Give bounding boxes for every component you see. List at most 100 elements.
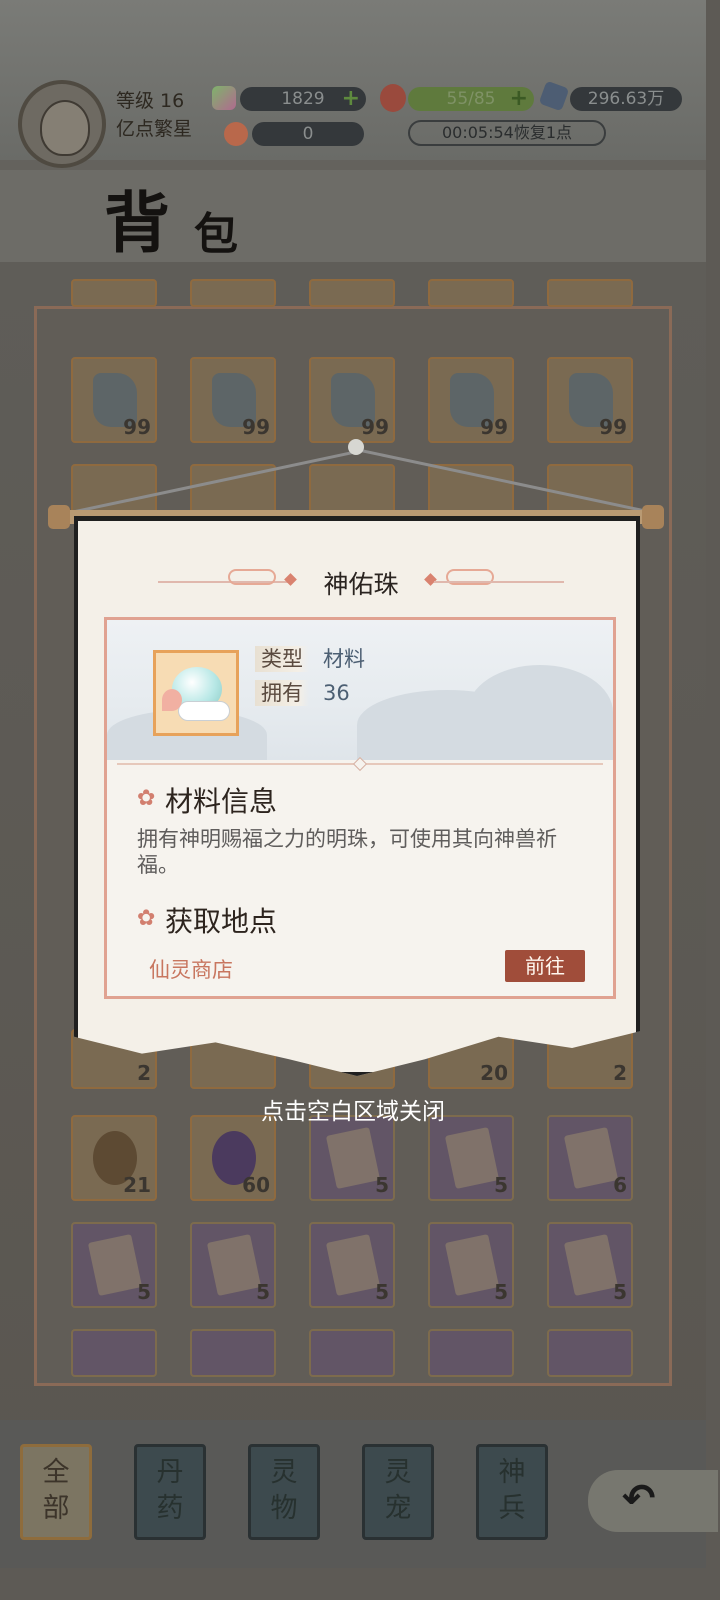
item-detail-popup: 神佑珠 类型 材料 拥有 36 ✿ 材料信息 拥有神明赐福之力的明珠，可使用其向… [74, 516, 640, 1076]
page-title-char-2: 包 [194, 209, 238, 260]
item-count: 5 [494, 1280, 508, 1304]
item-count: 99 [361, 415, 389, 439]
inventory-slot[interactable] [547, 279, 633, 307]
item-count: 5 [613, 1280, 627, 1304]
stamina-peach-icon [380, 84, 406, 112]
inventory-slot[interactable]: 5 [309, 1222, 395, 1308]
item-count: 5 [375, 1173, 389, 1197]
currency2-value: 0 [302, 124, 314, 144]
scroll-book-icon [325, 1234, 381, 1296]
inventory-slot[interactable]: 5 [428, 1222, 514, 1308]
coin-icon [224, 122, 248, 146]
title-deco-line-right [434, 581, 564, 583]
inventory-slot[interactable] [309, 279, 395, 307]
petal-icon [162, 689, 182, 711]
add-currency1-plus-icon[interactable]: + [342, 87, 360, 111]
item-info-card: 类型 材料 拥有 36 ✿ 材料信息 拥有神明赐福之力的明珠，可使用其向神兽祈福… [104, 617, 616, 999]
tab-pills[interactable]: 丹药 [134, 1444, 206, 1540]
hanging-pin [348, 439, 364, 455]
inventory-slot[interactable]: 21 [71, 1115, 157, 1201]
inventory-slot[interactable] [428, 279, 514, 307]
item-description: 拥有神明赐福之力的明珠，可使用其向神兽祈福。 [137, 827, 557, 877]
inventory-slot[interactable]: 99 [309, 357, 395, 443]
item-header-panel: 类型 材料 拥有 36 [107, 620, 613, 760]
inventory-slot[interactable]: 5 [71, 1222, 157, 1308]
own-label: 拥有 [255, 680, 309, 706]
tab-spirit-items[interactable]: 灵物 [248, 1444, 320, 1540]
tab-divine-weapons[interactable]: 神兵 [476, 1444, 548, 1540]
item-count: 2 [137, 1061, 151, 1085]
inventory-slot[interactable] [428, 1329, 514, 1377]
back-arrow-icon: ↶ [622, 1476, 656, 1522]
scroll-book-icon [563, 1127, 619, 1189]
scroll-book-icon [444, 1127, 500, 1189]
rod-knob-left [48, 505, 70, 529]
tab-spirit-pets[interactable]: 灵宠 [362, 1444, 434, 1540]
inventory-slot[interactable] [71, 279, 157, 307]
tab-divine-weapons-label: 神兵 [498, 1457, 526, 1524]
item-count: 21 [123, 1173, 151, 1197]
tab-pills-label: 丹药 [156, 1457, 184, 1524]
close-hint: 点击空白区域关闭 [261, 1099, 445, 1125]
crystal-icon [212, 86, 236, 110]
currency1-display: 1829 + [240, 87, 366, 111]
mountain-decoration [467, 665, 613, 760]
gems-display: 296.63万 [570, 87, 682, 111]
scroll-book-icon [87, 1234, 143, 1296]
scroll-book-icon [444, 1234, 500, 1296]
tab-all-label: 全部 [42, 1457, 70, 1524]
cloud-icon [178, 701, 230, 721]
inventory-slot[interactable] [71, 1329, 157, 1377]
item-count: 5 [137, 1280, 151, 1304]
source-location: 仙灵商店 [149, 958, 233, 982]
item-count: 5 [256, 1280, 270, 1304]
back-button[interactable]: ↶ [588, 1470, 718, 1532]
inventory-slot[interactable]: 5 [547, 1222, 633, 1308]
tab-spirit-items-label: 灵物 [270, 1457, 298, 1524]
type-value: 材料 [323, 647, 365, 671]
item-count: 20 [480, 1061, 508, 1085]
rod-knob-right [642, 505, 664, 529]
item-count: 5 [375, 1280, 389, 1304]
add-stamina-plus-icon[interactable]: + [510, 87, 528, 111]
item-count: 5 [494, 1173, 508, 1197]
inventory-slot[interactable] [190, 1329, 276, 1377]
item-count: 99 [599, 415, 627, 439]
inventory-slot[interactable] [547, 1329, 633, 1377]
source-section-title: 获取地点 [165, 905, 278, 938]
page-title-char-1: 背 [104, 184, 170, 262]
own-value: 36 [323, 681, 350, 705]
info-section-title: 材料信息 [165, 785, 278, 818]
item-count: 60 [242, 1173, 270, 1197]
inventory-slot[interactable]: 99 [71, 357, 157, 443]
inventory-slot[interactable]: 5 [428, 1115, 514, 1201]
inventory-slot[interactable] [190, 279, 276, 307]
inventory-slot[interactable] [309, 464, 395, 514]
avatar-face [40, 100, 90, 156]
inventory-slot[interactable]: 5 [309, 1115, 395, 1201]
item-count: 2 [613, 1061, 627, 1085]
inventory-slot[interactable]: 5 [190, 1222, 276, 1308]
stamina-value: 55/85 [446, 89, 496, 109]
inventory-slot[interactable]: 60 [190, 1115, 276, 1201]
type-label: 类型 [255, 646, 309, 672]
tab-spirit-pets-label: 灵宠 [384, 1457, 412, 1524]
currency1-value: 1829 [281, 89, 325, 109]
flower-icon: ✿ [137, 786, 156, 811]
inventory-slot[interactable]: 99 [428, 357, 514, 443]
inventory-slot[interactable]: 99 [547, 357, 633, 443]
item-count: 99 [480, 415, 508, 439]
avatar[interactable] [18, 80, 106, 168]
scroll-book-icon [325, 1127, 381, 1189]
inventory-slot[interactable]: 99 [190, 357, 276, 443]
player-level: 等级 16 [116, 90, 185, 112]
inventory-slot[interactable]: 6 [547, 1115, 633, 1201]
inventory-slot[interactable] [71, 464, 157, 514]
player-nickname: 亿点繁星 [116, 118, 193, 140]
goto-button[interactable]: 前往 [505, 950, 585, 982]
inventory-slot[interactable] [309, 1329, 395, 1377]
tab-all[interactable]: 全部 [20, 1444, 92, 1540]
currency2-display: 0 [252, 122, 364, 146]
gems-value: 296.63万 [587, 89, 665, 109]
item-count: 6 [613, 1173, 627, 1197]
